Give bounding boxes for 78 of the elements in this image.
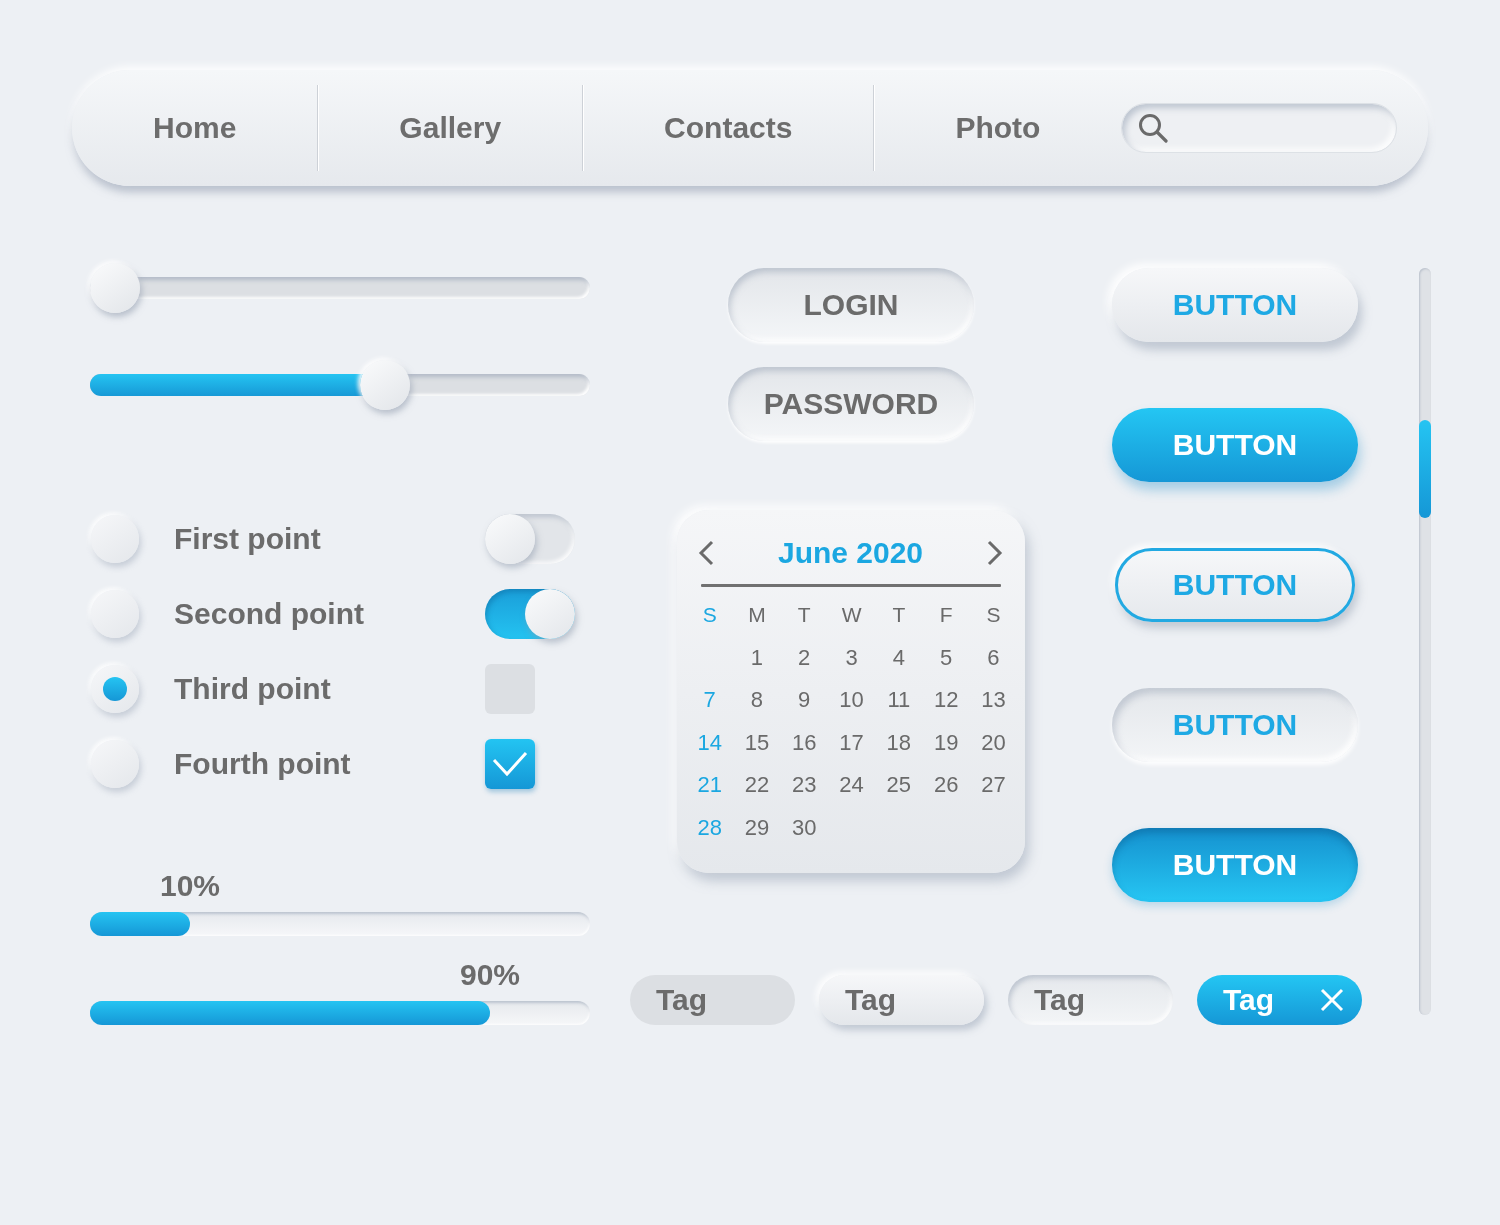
tag-chip[interactable]: Tag <box>630 975 795 1025</box>
calendar-day[interactable]: 24 <box>839 772 864 799</box>
pill-button[interactable]: BUTTON <box>1112 828 1358 902</box>
calendar-day[interactable]: 14 <box>697 729 722 756</box>
search-icon <box>1138 113 1169 143</box>
weekday-label: F <box>939 603 953 628</box>
calendar-title: June 2020 <box>777 536 924 570</box>
search-field[interactable] <box>1121 103 1397 153</box>
calendar-day[interactable]: 27 <box>981 772 1006 799</box>
scrollbar-thumb[interactable] <box>1419 420 1431 518</box>
calendar-day[interactable]: 8 <box>750 687 764 714</box>
calendar-day[interactable]: 3 <box>845 644 858 671</box>
pill-button[interactable]: BUTTON <box>1112 268 1358 342</box>
calendar-day[interactable]: 30 <box>792 814 817 841</box>
option-label: Fourth point <box>174 747 351 781</box>
calendar-day[interactable]: 10 <box>839 687 864 714</box>
option-label: Third point <box>174 672 331 706</box>
chevron-right-icon[interactable] <box>987 540 1003 566</box>
weekday-label: T <box>892 603 906 628</box>
option-label: Second point <box>174 597 364 631</box>
pill-button[interactable]: BUTTON <box>1115 548 1355 622</box>
option-label: First point <box>174 522 321 556</box>
toggle-switch[interactable] <box>485 589 575 639</box>
weekday-label: S <box>702 603 717 628</box>
tag-chip[interactable]: Tag <box>1008 975 1173 1025</box>
calendar-day[interactable]: 6 <box>987 644 1000 671</box>
weekday-label: W <box>841 603 862 628</box>
calendar-day[interactable]: 4 <box>892 644 905 671</box>
checkbox[interactable] <box>485 739 535 789</box>
calendar-day[interactable]: 1 <box>750 644 764 671</box>
calendar-day[interactable]: 15 <box>744 729 770 756</box>
calendar-day[interactable]: 18 <box>886 729 912 756</box>
calendar-day[interactable]: 20 <box>981 729 1006 756</box>
close-icon[interactable] <box>1320 988 1344 1012</box>
radio-button[interactable] <box>91 665 139 713</box>
calendar-day[interactable]: 7 <box>703 687 716 714</box>
weekday-label: S <box>986 603 1001 628</box>
nav-tab[interactable]: Gallery <box>318 98 583 158</box>
slider-thumb[interactable] <box>90 263 140 313</box>
calendar-day[interactable]: 13 <box>981 687 1006 714</box>
chevron-left-icon[interactable] <box>698 540 714 566</box>
pill-button[interactable]: BUTTON <box>1112 688 1358 762</box>
nav-tab[interactable]: Home <box>72 98 318 158</box>
weekday-label: T <box>797 603 811 628</box>
calendar-day[interactable]: 22 <box>744 772 770 799</box>
slider-track[interactable] <box>90 263 590 313</box>
calendar-day[interactable]: 5 <box>940 644 953 671</box>
calendar-day[interactable]: 23 <box>792 772 817 799</box>
slider-thumb[interactable] <box>360 360 410 410</box>
tag-chip[interactable]: Tag <box>819 975 984 1025</box>
pill-button[interactable]: BUTTON <box>1112 408 1358 482</box>
calendar-day[interactable]: 28 <box>697 814 722 841</box>
calendar-day[interactable]: 17 <box>839 729 864 756</box>
calendar-day[interactable]: 16 <box>792 729 817 756</box>
calendar-day[interactable]: 26 <box>933 772 959 799</box>
calendar-day[interactable]: 25 <box>886 772 912 799</box>
progress-label: 10% <box>160 868 220 904</box>
input-field[interactable]: PASSWORD <box>728 367 974 441</box>
slider-track[interactable] <box>90 360 590 410</box>
calendar-day[interactable]: 29 <box>744 814 770 841</box>
scrollbar[interactable] <box>1419 268 1431 1015</box>
radio-button[interactable] <box>91 515 139 563</box>
calendar-day[interactable]: 19 <box>933 729 959 756</box>
weekday-label: M <box>748 603 766 628</box>
progress-label: 90% <box>460 957 520 993</box>
radio-button[interactable] <box>91 740 139 788</box>
check-icon <box>492 751 528 777</box>
calendar-day[interactable]: 2 <box>798 644 811 671</box>
radio-button[interactable] <box>91 590 139 638</box>
calendar-day[interactable]: 21 <box>697 772 722 799</box>
nav-tab[interactable]: Photo <box>874 98 1122 158</box>
calendar-day[interactable]: 9 <box>798 687 811 714</box>
nav-tab[interactable]: Contacts <box>583 98 874 158</box>
tag-chip[interactable]: Tag <box>1197 975 1362 1025</box>
input-field[interactable]: LOGIN <box>728 268 974 342</box>
calendar-day[interactable]: 11 <box>887 687 911 714</box>
toggle-switch[interactable] <box>485 514 575 564</box>
calendar-day[interactable]: 12 <box>933 687 959 714</box>
